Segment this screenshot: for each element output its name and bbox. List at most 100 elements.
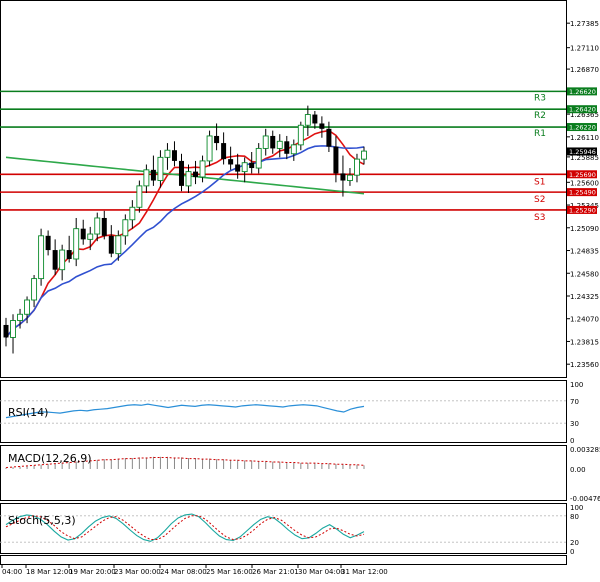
candle-bear [101, 217, 107, 236]
level-label-s1: S1 [534, 177, 545, 187]
candle-bear [333, 146, 339, 174]
candle-bear [150, 169, 156, 181]
stoch-tick-label: 80 [570, 513, 579, 521]
candle-bear [214, 135, 220, 144]
candle-bull [262, 135, 269, 149]
candle-bull [185, 171, 192, 187]
candle-bull [255, 147, 262, 169]
stoch-tick-label: 0 [570, 548, 574, 556]
candle-bull [290, 144, 297, 155]
rsi-panel-frame [0, 380, 567, 443]
candle-bear [80, 228, 86, 240]
candle-bull [157, 156, 164, 181]
candle-bull [241, 162, 248, 173]
candle-bear [284, 141, 290, 154]
candle-bear [235, 164, 241, 172]
candle-bull [115, 235, 122, 255]
candle-bear [171, 150, 177, 161]
candle-bear [108, 235, 114, 254]
candle-bull [122, 219, 129, 237]
candle-bear [178, 160, 184, 186]
rsi-tick-label: 30 [570, 420, 579, 428]
candle-bull [361, 150, 367, 160]
price-tick-label: 1.26110 [570, 134, 599, 142]
price-tick-label: 1.25090 [570, 225, 599, 233]
candle-bull [304, 114, 311, 126]
candle-bear [228, 159, 234, 165]
stoch-tick-label: 20 [570, 539, 579, 547]
stoch-tick-label: 100 [570, 504, 583, 512]
level-tag-text-r2: 1.26420 [569, 106, 596, 114]
candle-bull [199, 160, 206, 178]
price-panel-frame [0, 0, 567, 378]
price-tick-label: 1.27385 [570, 20, 599, 28]
time-tick-label: 04:00 [2, 568, 22, 576]
candle-bear [326, 128, 332, 147]
time-tick-label: 19 Mar 20:00 [69, 568, 116, 576]
candle-bull [143, 169, 150, 187]
rsi-tick-label: 70 [570, 398, 579, 406]
level-label-r1: R1 [534, 129, 546, 139]
candle-bull [276, 140, 283, 149]
level-label-r2: R2 [534, 111, 546, 121]
price-tick-label: 1.24325 [570, 293, 599, 301]
rsi-tick-label: 0 [570, 437, 574, 445]
candle-bull [94, 217, 101, 235]
level-tag-text-s1: 1.25690 [569, 171, 596, 179]
price-tick-label: 1.24835 [570, 248, 599, 256]
price-tick-label: 1.26870 [570, 66, 599, 74]
level-label-s3: S3 [534, 213, 545, 223]
rsi-title: RSI(14) [8, 406, 48, 419]
price-tick-label: 1.23560 [570, 361, 599, 369]
time-tick-label: 24 Mar 08:00 [160, 568, 207, 576]
time-tick-label: 25 Mar 16:00 [206, 568, 253, 576]
candle-bull [129, 206, 136, 221]
level-label-r3: R3 [534, 93, 546, 103]
candle-bear [52, 250, 58, 270]
forex-chart: R3 R2 R1 S1 S2 S3 1.273851.271101.268701.2636… [0, 0, 600, 576]
time-axis-band [0, 555, 567, 565]
price-tick-label: 1.24580 [570, 270, 599, 278]
current-price-text: 1.25946 [569, 148, 596, 156]
candle-bear [66, 250, 72, 259]
price-tick-label: 1.23815 [570, 338, 599, 346]
rsi-tick-label: 100 [570, 381, 583, 389]
candle-bull [10, 320, 16, 338]
candle-bull [87, 233, 94, 240]
macd-tick-label: -0.004769 [570, 495, 600, 503]
price-axis: 1.273851.271101.268701.263651.261101.258… [566, 0, 599, 378]
level-tag-text-s2: 1.25490 [569, 189, 596, 197]
candle-bull [206, 135, 213, 162]
candle-bull [73, 228, 80, 260]
time-tick-label: 30 Mar 04:00 [298, 568, 345, 576]
time-tick-label: 23 Mar 00:00 [114, 568, 161, 576]
macd-title: MACD(12,26,9) [8, 452, 92, 465]
candle-bear [249, 162, 255, 169]
candle-bull [31, 278, 38, 301]
time-axis: 04:00 18 Mar 12:0019 Mar 20:0023 Mar 00:0… [1, 565, 388, 576]
level-tag-text-r3: 1.26620 [569, 88, 596, 96]
candle-bull [24, 299, 31, 315]
price-tick-label: 1.24070 [570, 316, 599, 324]
time-tick-label: 18 Mar 12:00 [26, 568, 73, 576]
level-tag-text-r1: 1.26220 [569, 124, 596, 132]
candle-bear [319, 123, 325, 129]
candle-bear [221, 143, 227, 160]
level-label-s2: S2 [534, 195, 545, 205]
candle-bull [347, 174, 353, 181]
stoch-panel-frame [0, 503, 567, 554]
candle-bull [136, 185, 143, 208]
candle-bull [59, 249, 66, 271]
stoch-title: Stoch(5,5,3) [8, 514, 76, 527]
macd-tick-label: 0.003285 [570, 446, 600, 454]
candle-bear [270, 135, 276, 149]
candle-bull [17, 313, 23, 321]
candle-bull [354, 158, 360, 176]
candle-bull [297, 124, 304, 146]
candle-bear [193, 171, 199, 177]
level-tag-text-s3: 1.25290 [569, 206, 596, 214]
candle-bear [340, 173, 346, 181]
macd-tick-label: 0.00 [570, 466, 586, 474]
time-tick-label: 26 Mar 21:01 [252, 568, 299, 576]
price-tick-label: 1.25600 [570, 179, 599, 187]
